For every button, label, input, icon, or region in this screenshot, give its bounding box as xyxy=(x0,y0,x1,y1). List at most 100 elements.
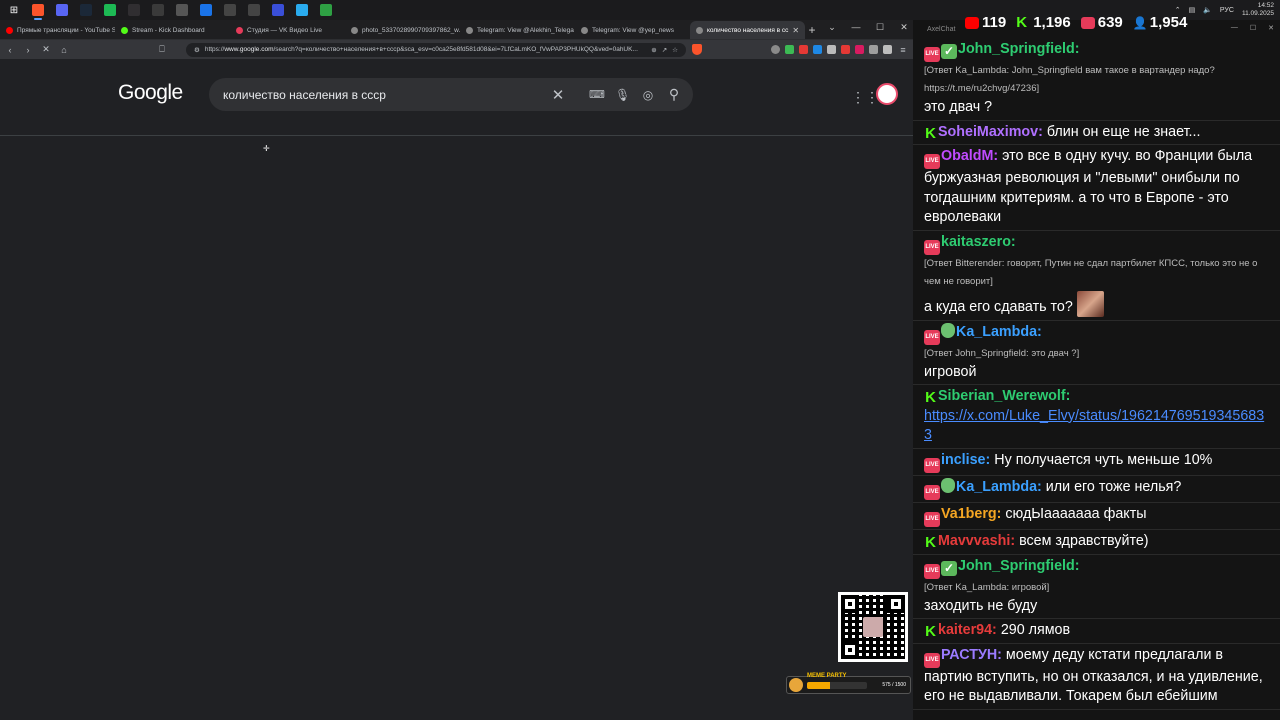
avatar[interactable] xyxy=(876,83,898,105)
volume-icon[interactable]: 🔈 xyxy=(1203,6,1212,14)
stop-loading-icon[interactable]: ✕ xyxy=(40,44,52,55)
steam-icon[interactable] xyxy=(76,1,96,19)
brave-browser-icon[interactable] xyxy=(28,1,48,20)
close-window-button[interactable]: ✕ xyxy=(899,22,909,33)
browser-tab[interactable]: Stream - Kick Dashboard xyxy=(115,21,230,39)
chat-username[interactable]: SoheiMaximov: xyxy=(938,124,1043,140)
maximize-button[interactable]: ☐ xyxy=(875,22,885,33)
browser-tab[interactable]: photo_5337028990709397862_w.jp xyxy=(345,21,460,39)
vk-live-badge-icon xyxy=(924,47,940,62)
site-info-icon[interactable]: ⚙ xyxy=(194,46,200,54)
chat-username[interactable]: kaiter94: xyxy=(938,622,997,638)
microphone-icon[interactable]: 🎙 xyxy=(615,88,630,102)
new-tab-button[interactable]: + xyxy=(805,21,819,39)
play-app-icon[interactable] xyxy=(268,1,288,19)
chat-username[interactable]: inclise: xyxy=(941,452,990,468)
lens-camera-icon[interactable]: ◎ xyxy=(641,88,655,102)
network-icon[interactable]: ▤ xyxy=(1189,6,1196,14)
minimize-button[interactable]: — xyxy=(1231,24,1238,32)
browser-tab[interactable]: Telegram: View @Alekhin_Telega xyxy=(460,21,575,39)
extension-icon[interactable] xyxy=(771,45,780,54)
blue-app-icon[interactable] xyxy=(196,1,216,19)
extension-icon[interactable] xyxy=(799,45,808,54)
keyboard-icon[interactable]: ⌨ xyxy=(589,88,605,101)
kick-badge-icon: K xyxy=(925,124,936,142)
obs-icon[interactable] xyxy=(124,1,144,19)
chat-message-text: блин он еще не знает... xyxy=(1046,123,1201,140)
viewer-stats: 119 K 1,196 639 👤 1,954 xyxy=(965,14,1187,31)
chat-message-text: а куда его сдавать то? xyxy=(924,298,1073,315)
close-x-app-icon[interactable] xyxy=(172,1,192,19)
sidebar-icon[interactable] xyxy=(883,45,892,54)
search-icon[interactable]: ⚲ xyxy=(667,86,681,103)
moderator-shield-icon xyxy=(941,477,955,493)
brave-shield-icon[interactable] xyxy=(692,44,702,55)
tab-close-icon[interactable]: ✕ xyxy=(792,26,799,35)
extension-icon[interactable] xyxy=(785,45,794,54)
extension-icon[interactable] xyxy=(827,45,836,54)
spotify-icon[interactable] xyxy=(100,1,120,19)
clapper-2-icon[interactable] xyxy=(244,1,264,19)
browser-tab[interactable]: Прямые трансляции - YouTube Stu xyxy=(0,21,115,39)
tab-label: Stream - Kick Dashboard xyxy=(132,26,205,34)
address-bar[interactable]: ⚙ https://www.google.com/search?q=количе… xyxy=(186,42,686,57)
menu-icon[interactable]: ≡ xyxy=(897,45,909,55)
extension-icon[interactable] xyxy=(813,45,822,54)
extension-icon[interactable] xyxy=(841,45,850,54)
tab-label: Telegram: View @Alekhin_Telega xyxy=(477,26,574,34)
chat-message-text: 290 лямов xyxy=(1000,622,1071,639)
vk-live-badge-icon xyxy=(924,652,940,668)
home-icon[interactable]: ⌂ xyxy=(58,45,70,55)
star-icon[interactable]: ☆ xyxy=(672,46,678,54)
chat-username[interactable]: John_Springfield: xyxy=(958,41,1080,57)
chat-app-icon[interactable] xyxy=(52,1,72,19)
chat-username[interactable]: ObaldM: xyxy=(941,148,998,164)
meme-party-widget: MEME PARTY 575 / 1500 xyxy=(786,673,911,694)
clear-icon[interactable]: ✕ xyxy=(551,86,565,104)
chat-username[interactable]: John_Springfield: xyxy=(958,558,1080,574)
chat-username[interactable]: kaitaszero: xyxy=(941,234,1016,250)
telegram-icon[interactable] xyxy=(292,1,312,19)
close-window-button[interactable]: ✕ xyxy=(1268,24,1274,32)
language-indicator[interactable]: РУС xyxy=(1220,7,1234,14)
minimize-button[interactable]: — xyxy=(851,22,861,33)
green-app-icon[interactable] xyxy=(316,1,336,19)
google-logo[interactable]: Google xyxy=(118,81,183,105)
chat-message: Va1berg: сюдЫааааааа факты xyxy=(913,503,1280,530)
chat-username[interactable]: Siberian_Werewolf: xyxy=(938,388,1070,404)
tab-search-icon[interactable]: ⌄ xyxy=(827,22,837,33)
chat-username[interactable]: Ka_Lambda: xyxy=(956,324,1042,340)
maximize-button[interactable]: ☐ xyxy=(1250,24,1256,32)
chat-message-link[interactable]: https://x.com/Luke_Elvy/status/196214769… xyxy=(924,408,1264,444)
chat-username[interactable]: РАСТУН: xyxy=(941,647,1002,663)
app-circle-icon[interactable] xyxy=(148,1,168,19)
chat-message: Ka_Lambda: [Ответ John_Springfield: это д… xyxy=(913,321,1280,386)
chat-message-text: заходить не буду xyxy=(924,597,1038,614)
chevron-up-icon[interactable]: ⌃ xyxy=(1175,6,1181,14)
meme-party-progress-fill xyxy=(807,681,830,689)
zoom-icon[interactable]: ⊕ xyxy=(651,46,656,54)
browser-tab[interactable]: Telegram: View @yep_news xyxy=(575,21,690,39)
back-icon[interactable]: ‹ xyxy=(4,45,16,55)
share-icon[interactable]: ↗ xyxy=(662,46,667,54)
extension-icon[interactable] xyxy=(855,45,864,54)
search-box[interactable]: количество населения в ссср ✕ ⌨ 🎙 ◎ ⚲ xyxy=(209,78,693,111)
chat-username[interactable]: Mavvvashi: xyxy=(938,533,1015,549)
stat-value: 119 xyxy=(982,14,1007,31)
chat-username[interactable]: Ka_Lambda: xyxy=(956,479,1042,495)
qr-corner xyxy=(841,595,859,613)
browser-tab[interactable]: количество населения в сс ✕ xyxy=(690,21,805,39)
clock[interactable]: 14:52 11.09.2025 xyxy=(1242,2,1274,18)
tab-favicon-icon xyxy=(696,26,703,34)
search-input[interactable]: количество населения в ссср xyxy=(223,88,539,102)
chat-username[interactable]: Va1berg: xyxy=(941,506,1001,522)
clapper-icon[interactable] xyxy=(220,1,240,19)
forward-icon[interactable]: › xyxy=(22,45,34,55)
steam-icon-glyph xyxy=(80,4,92,16)
meme-party-label: MEME PARTY xyxy=(807,673,847,679)
extensions-puzzle-icon[interactable] xyxy=(869,45,878,54)
bookmark-icon[interactable]: ⎕ xyxy=(156,44,168,55)
chat-app-icon-glyph xyxy=(56,4,68,16)
browser-tab[interactable]: Студия — VK Видео Live xyxy=(230,21,345,39)
windows-start-icon[interactable]: ⊞ xyxy=(4,1,24,19)
